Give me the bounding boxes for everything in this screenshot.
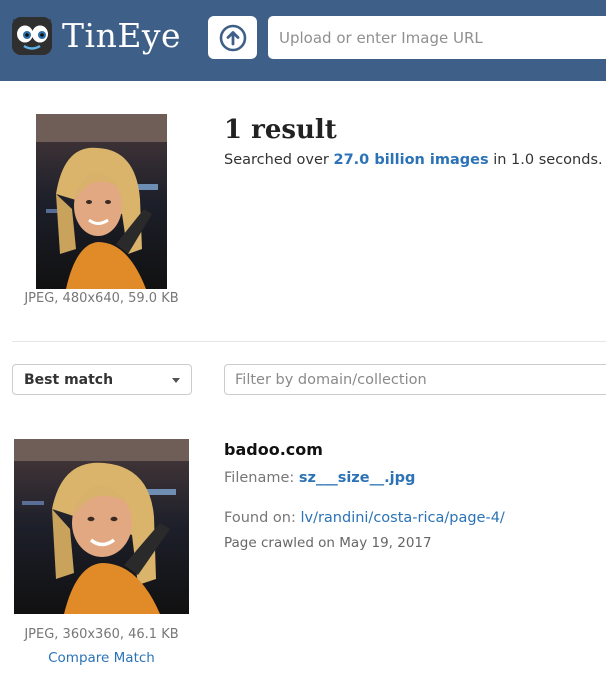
upload-arrow-icon <box>219 24 246 51</box>
found-on-link[interactable]: lv/randini/costa-rica/page-4/ <box>300 510 504 526</box>
query-image-meta: JPEG, 480x640, 59.0 KB <box>24 291 179 306</box>
caret-down-icon <box>172 378 180 383</box>
sort-dropdown-value: Best match <box>24 371 114 388</box>
result-count: 1 result <box>224 115 337 145</box>
query-image <box>36 114 167 289</box>
match-filename-row: Filename: sz___size__.jpg <box>224 470 415 486</box>
filename-label: Filename: <box>224 470 299 486</box>
search-stats-suffix: in 1.0 seconds. <box>488 152 603 168</box>
search-stats: Searched over 27.0 billion images in 1.0… <box>224 152 603 168</box>
sort-dropdown[interactable]: Best match <box>12 364 192 395</box>
found-on-label: Found on: <box>224 510 301 526</box>
match-image-meta: JPEG, 360x360, 46.1 KB <box>24 627 179 642</box>
upload-button[interactable] <box>208 16 257 59</box>
section-divider <box>12 341 606 342</box>
indexed-images-count[interactable]: 27.0 billion images <box>334 152 489 168</box>
filename-link[interactable]: sz___size__.jpg <box>299 470 415 486</box>
domain-filter-input[interactable] <box>224 364 606 395</box>
page-crawled-date: Page crawled on May 19, 2017 <box>224 535 432 551</box>
match-found-on-row: Found on: lv/randini/costa-rica/page-4/ <box>224 510 505 526</box>
match-image[interactable] <box>14 439 189 614</box>
header-bar: TinEye <box>0 0 606 81</box>
image-url-input[interactable] <box>268 16 606 59</box>
compare-match-link[interactable]: Compare Match <box>0 650 203 666</box>
tineye-logo-icon[interactable] <box>11 15 53 57</box>
search-stats-prefix: Searched over <box>224 152 334 168</box>
brand-name[interactable]: TinEye <box>62 16 181 55</box>
match-domain: badoo.com <box>224 440 323 459</box>
